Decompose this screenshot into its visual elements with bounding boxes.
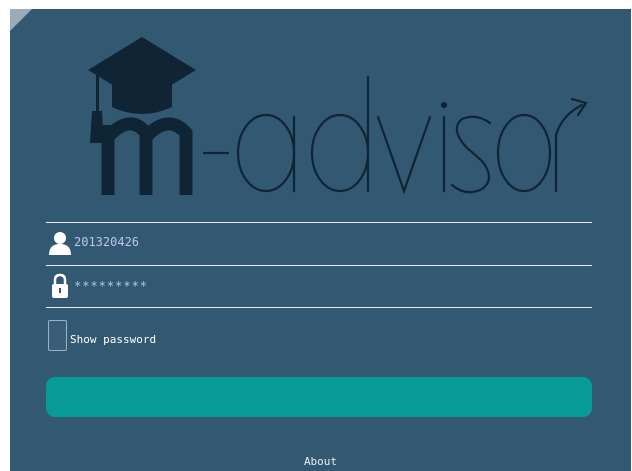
corner-fold-icon [10,9,32,31]
login-button[interactable] [46,377,592,417]
show-password-label: Show password [70,333,157,346]
username-input[interactable]: 201320426 [74,235,139,249]
logo-text-advisor [202,75,588,195]
logo-letter-m [101,117,193,195]
m-advisor-logo [88,37,588,195]
show-password-checkbox[interactable] [48,320,67,351]
username-field[interactable]: 201320426 [46,222,592,266]
user-icon [49,232,71,255]
login-screen: 201320426 ********* Show password About [10,9,631,471]
lock-icon [52,273,68,298]
about-link[interactable]: About [10,455,631,468]
password-field[interactable]: ********* [46,265,592,308]
password-input[interactable]: ********* [74,279,148,293]
